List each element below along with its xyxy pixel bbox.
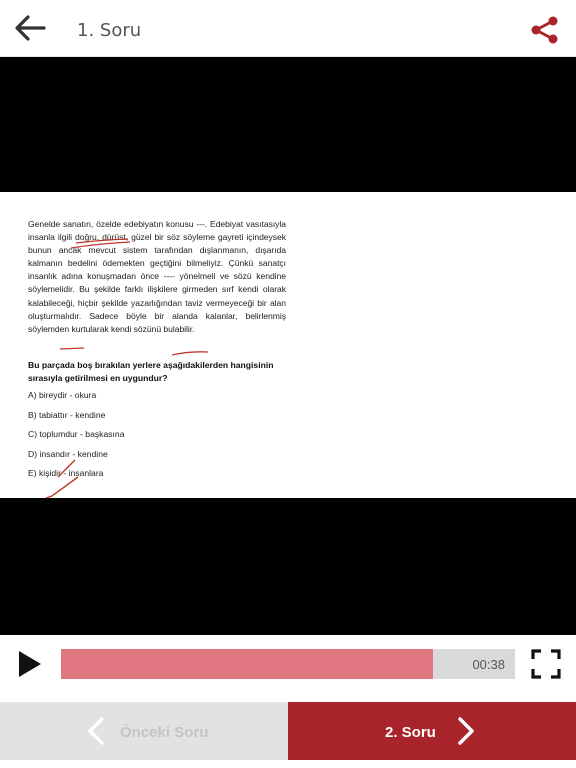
- question-navigation: Önceki Soru 2. Soru: [0, 702, 576, 760]
- previous-question-button[interactable]: Önceki Soru: [0, 702, 288, 760]
- progress-bar[interactable]: 00:38: [61, 649, 515, 679]
- share-icon: [531, 16, 558, 44]
- question-stem: Bu parçada boş bırakılan yerlere aşağıda…: [28, 360, 274, 383]
- option-a: A) bireydir - okura: [28, 390, 97, 400]
- underline-kendine: [171, 351, 209, 356]
- option-d: D) insandır - kendine: [28, 448, 108, 459]
- chevron-left-icon: [88, 717, 104, 745]
- arrow-left-icon: [15, 15, 46, 41]
- share-button[interactable]: [529, 14, 561, 46]
- fullscreen-button[interactable]: [531, 649, 561, 679]
- app-header: 1. Soru: [0, 0, 576, 57]
- time-display: 00:38: [472, 657, 505, 672]
- page-title: 1. Soru: [77, 20, 142, 41]
- player-controls: 00:38: [0, 635, 576, 695]
- answer-options: A) bireydir - okura B) tabiattır - kendi…: [28, 389, 124, 487]
- question-passage: Genelde sanatın, özelde edebiyatın konus…: [28, 219, 286, 334]
- play-icon: [19, 651, 41, 677]
- option-c: C) toplumdur - başkasına: [28, 429, 125, 439]
- chevron-right-icon: [458, 717, 474, 745]
- previous-question-label: Önceki Soru: [120, 724, 209, 741]
- next-question-label: 2. Soru: [385, 724, 436, 741]
- video-player[interactable]: Genelde sanatın, özelde edebiyatın konus…: [0, 57, 576, 635]
- option-b: B) tabiattır - kendine: [28, 409, 106, 420]
- question-image: Genelde sanatın, özelde edebiyatın konus…: [0, 192, 576, 498]
- play-button[interactable]: [16, 649, 44, 679]
- back-button[interactable]: [12, 12, 48, 44]
- underline-blank: [59, 347, 85, 350]
- progress-fill: [61, 649, 434, 679]
- option-e: E) kişidir - insanlara: [28, 468, 104, 478]
- fullscreen-icon: [531, 649, 561, 679]
- next-question-button[interactable]: 2. Soru: [288, 702, 576, 760]
